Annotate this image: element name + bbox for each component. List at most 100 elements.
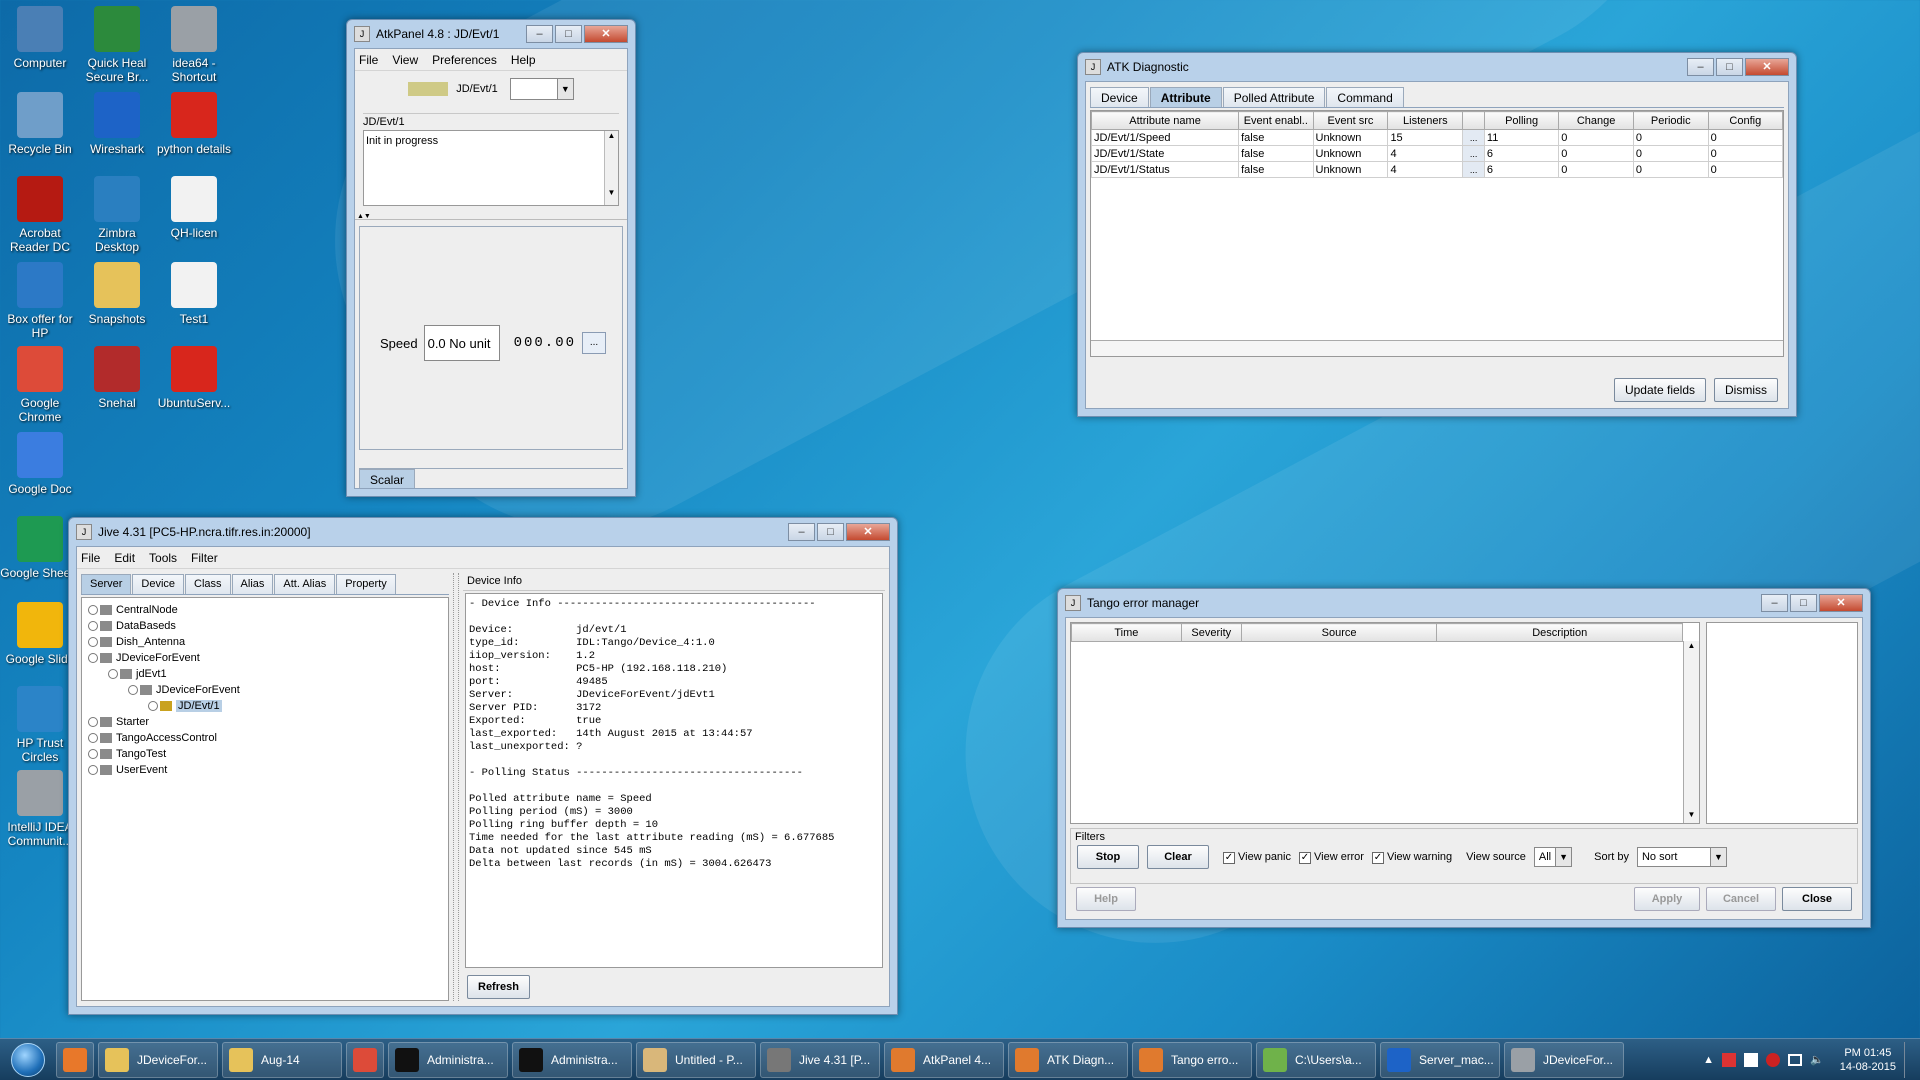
- maximize-button[interactable]: □: [555, 25, 582, 43]
- maximize-button[interactable]: □: [817, 523, 844, 541]
- view-warning-checkbox[interactable]: ✓ View warning: [1371, 851, 1452, 864]
- expand-handle-icon[interactable]: [88, 717, 98, 728]
- view-error-checkbox[interactable]: ✓ View error: [1299, 851, 1364, 864]
- column-header[interactable]: Polling: [1483, 111, 1560, 130]
- close-button[interactable]: ✕: [1819, 594, 1863, 612]
- expand-handle-icon[interactable]: [88, 637, 98, 648]
- split-divider[interactable]: [453, 573, 459, 1001]
- expand-handle-icon[interactable]: [108, 669, 118, 680]
- wheel-switch[interactable]: 000.00: [514, 335, 576, 351]
- menu-item[interactable]: Tools: [149, 551, 177, 565]
- tab-attribute[interactable]: Attribute: [1149, 87, 1222, 107]
- desktop-icon[interactable]: Snapshots: [77, 262, 157, 326]
- column-header[interactable]: Attribute name: [1090, 111, 1240, 130]
- column-header[interactable]: Severity: [1180, 623, 1242, 642]
- expand-handle-icon[interactable]: [88, 733, 98, 744]
- tree-node[interactable]: CentralNode: [88, 602, 442, 618]
- apply-button[interactable]: Apply: [1634, 887, 1700, 911]
- column-header[interactable]: Time: [1071, 623, 1182, 642]
- listeners-detail-button[interactable]: ...: [1462, 145, 1485, 162]
- tree-node[interactable]: DataBaseds: [88, 618, 442, 634]
- table-row[interactable]: JD/Evt/1/State false Unknown 4... 6 0 0 0: [1090, 145, 1784, 162]
- error-detail-pane[interactable]: [1706, 622, 1858, 824]
- desktop-icon[interactable]: UbuntuServ...: [154, 346, 234, 410]
- tree-node[interactable]: jdEvt1: [88, 666, 442, 682]
- refresh-button[interactable]: Refresh: [467, 975, 530, 999]
- tree-node[interactable]: JDeviceForEvent: [88, 682, 442, 698]
- desktop-icon[interactable]: Recycle Bin: [0, 92, 80, 156]
- menu-item[interactable]: Filter: [191, 551, 218, 565]
- table-row[interactable]: JD/Evt/1/Speed false Unknown 15... 11 0 0 0: [1090, 129, 1784, 146]
- desktop-icon[interactable]: Google Chrome: [0, 346, 80, 424]
- menu-item[interactable]: Preferences: [432, 53, 497, 67]
- tree-node[interactable]: Dish_Antenna: [88, 634, 442, 650]
- expand-handle-icon[interactable]: [88, 605, 98, 616]
- listeners-detail-button[interactable]: ...: [1462, 161, 1485, 178]
- menu-item[interactable]: File: [81, 551, 100, 565]
- clock[interactable]: PM 01:45 14-08-2015: [1840, 1046, 1896, 1074]
- column-header[interactable]: [1462, 111, 1485, 130]
- show-desktop-button[interactable]: [1904, 1041, 1910, 1078]
- tray-quickheal-icon[interactable]: [1766, 1052, 1781, 1067]
- column-header[interactable]: Periodic: [1632, 111, 1709, 130]
- expand-handle-icon[interactable]: [148, 701, 158, 712]
- dismiss-button[interactable]: Dismiss: [1714, 378, 1778, 402]
- column-header[interactable]: Description: [1436, 623, 1683, 642]
- desktop-icon[interactable]: Zimbra Desktop: [77, 176, 157, 254]
- tray-flag-icon[interactable]: [1722, 1052, 1737, 1067]
- tab-server[interactable]: Server: [81, 574, 132, 594]
- taskbar-button[interactable]: Jive 4.31 [P...: [760, 1041, 880, 1078]
- tree-node[interactable]: UserEvent: [88, 762, 442, 778]
- start-button[interactable]: [4, 1040, 52, 1080]
- close-button[interactable]: ✕: [584, 25, 628, 43]
- close-button[interactable]: ✕: [846, 523, 890, 541]
- desktop-icon[interactable]: QH-licen: [154, 176, 234, 240]
- desktop-icon[interactable]: Quick Heal Secure Br...: [77, 6, 157, 84]
- taskbar-button[interactable]: Server_mac...: [1380, 1041, 1500, 1078]
- tab-device[interactable]: Device: [1090, 87, 1149, 107]
- tab-scalar[interactable]: Scalar: [359, 469, 416, 488]
- close-button[interactable]: ✕: [1745, 58, 1789, 76]
- desktop-icon[interactable]: idea64 - Shortcut: [154, 6, 234, 84]
- tree-node[interactable]: TangoTest: [88, 746, 442, 762]
- taskbar-button[interactable]: ATK Diagn...: [1008, 1041, 1128, 1078]
- tab-alias[interactable]: Alias: [231, 574, 274, 594]
- cancel-button[interactable]: Cancel: [1706, 887, 1776, 911]
- tray-chevron-icon[interactable]: ▲: [1703, 1054, 1714, 1066]
- tree-node[interactable]: Starter: [88, 714, 442, 730]
- minimize-button[interactable]: –: [788, 523, 815, 541]
- expand-handle-icon[interactable]: [88, 653, 98, 664]
- tab-device[interactable]: Device: [132, 574, 185, 594]
- taskbar-button[interactable]: [56, 1041, 94, 1078]
- taskbar-button[interactable]: C:\Users\a...: [1256, 1041, 1376, 1078]
- horizontal-scrollbar[interactable]: [1091, 340, 1783, 356]
- help-button[interactable]: Help: [1076, 887, 1136, 911]
- close-dialog-button[interactable]: Close: [1782, 887, 1852, 911]
- device-combo[interactable]: ▼: [509, 78, 574, 100]
- column-header[interactable]: Change: [1558, 111, 1634, 130]
- tree-node[interactable]: TangoAccessControl: [88, 730, 442, 746]
- taskbar-button[interactable]: AtkPanel 4...: [884, 1041, 1004, 1078]
- sort-by-combo[interactable]: No sort ▼: [1636, 847, 1727, 867]
- maximize-button[interactable]: □: [1790, 594, 1817, 612]
- split-divider[interactable]: ▲▼: [355, 213, 627, 220]
- taskbar-button[interactable]: Administra...: [388, 1041, 508, 1078]
- column-header[interactable]: Event enabl..: [1238, 111, 1314, 130]
- tray-windows-icon[interactable]: [1744, 1052, 1759, 1067]
- tab-polled-attribute[interactable]: Polled Attribute: [1222, 87, 1326, 107]
- tray-network-icon[interactable]: [1788, 1053, 1803, 1066]
- view-source-combo[interactable]: All ▼: [1533, 847, 1573, 867]
- menu-item[interactable]: File: [359, 53, 378, 67]
- minimize-button[interactable]: –: [526, 25, 553, 43]
- table-row[interactable]: JD/Evt/1/Status false Unknown 4... 6 0 0 0: [1090, 161, 1784, 178]
- column-header[interactable]: Source: [1240, 623, 1438, 642]
- taskbar-button[interactable]: Untitled - P...: [636, 1041, 756, 1078]
- clear-button[interactable]: Clear: [1147, 845, 1209, 869]
- desktop-icon[interactable]: Computer: [0, 6, 80, 70]
- menu-item[interactable]: Edit: [114, 551, 135, 565]
- expand-handle-icon[interactable]: [88, 765, 98, 776]
- chevron-down-icon[interactable]: ▼: [1709, 848, 1726, 866]
- tab-command[interactable]: Command: [1326, 87, 1404, 107]
- taskbar-button[interactable]: JDeviceFor...: [1504, 1041, 1624, 1078]
- desktop-icon[interactable]: Wireshark: [77, 92, 157, 156]
